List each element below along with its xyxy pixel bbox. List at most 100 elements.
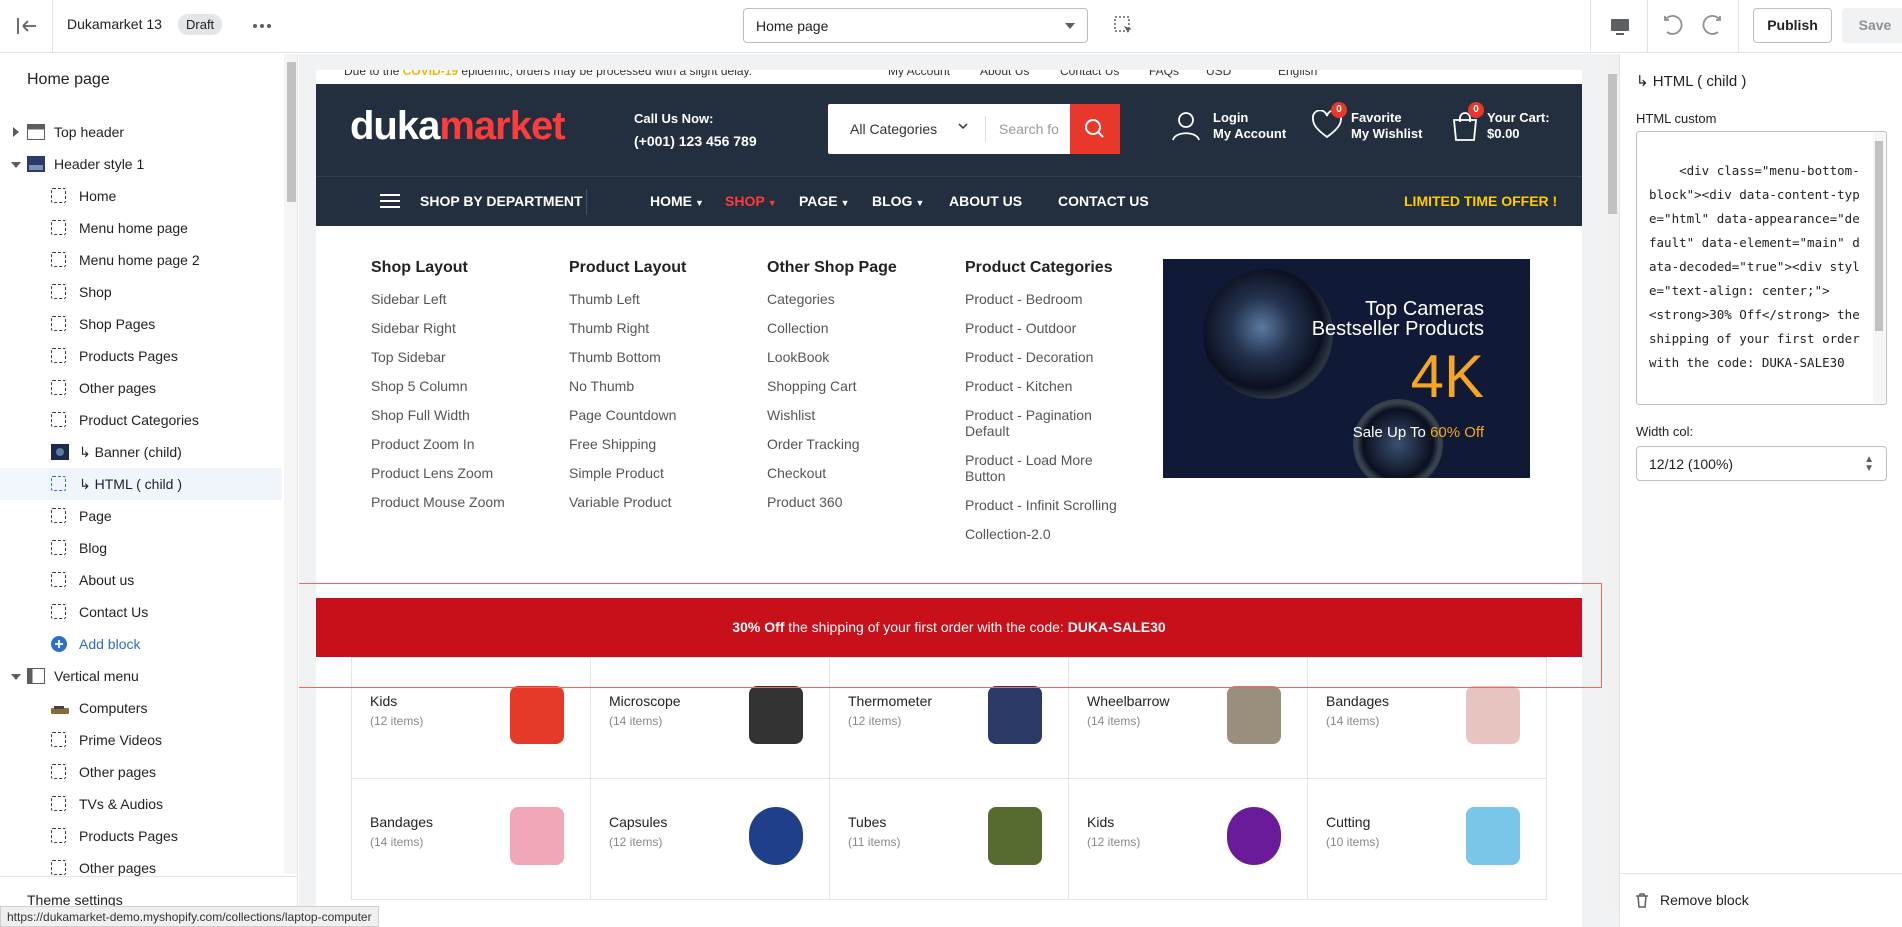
mega-link[interactable]: Product - Bedroom	[965, 291, 1140, 307]
mega-link[interactable]: Product Lens Zoom	[371, 465, 546, 481]
scrollbar-thumb[interactable]	[1608, 74, 1617, 214]
block-item[interactable]: Other pages	[0, 756, 282, 788]
section-vertical-menu[interactable]: Vertical menu	[0, 660, 282, 692]
category-card[interactable]: Thermometer (12 items)	[829, 657, 1069, 779]
topstrip-link[interactable]: FAQs	[1149, 70, 1179, 78]
block-item[interactable]: Products Pages	[0, 820, 282, 852]
category-card[interactable]: Capsules (12 items)	[590, 778, 830, 900]
chevron-right-icon[interactable]	[13, 127, 19, 137]
remove-block-button[interactable]: Remove block	[1620, 873, 1902, 927]
mega-link[interactable]: Thumb Left	[569, 291, 744, 307]
mega-link[interactable]: Product - Decoration	[965, 349, 1140, 365]
site-logo[interactable]: dukamarket	[350, 104, 566, 149]
topstrip-link[interactable]: Contact Us	[1060, 70, 1119, 78]
block-item[interactable]: Menu home page 2	[0, 244, 282, 276]
chevron-down-icon[interactable]	[11, 674, 21, 680]
block-item[interactable]: Blog	[0, 532, 282, 564]
category-card[interactable]: Wheelbarrow (14 items)	[1068, 657, 1308, 779]
page-selector[interactable]: Home page	[743, 8, 1088, 43]
search-button[interactable]	[1070, 104, 1120, 154]
html-custom-textarea[interactable]: <div class="menu-bottom-block"><div data…	[1636, 131, 1887, 405]
mega-link[interactable]: Thumb Right	[569, 320, 744, 336]
section-header-style-1[interactable]: Header style 1	[0, 148, 282, 180]
inspector-select-icon[interactable]	[1112, 14, 1136, 38]
nav-shop[interactable]: SHOP ▼	[725, 193, 777, 209]
block-item[interactable]: ↳ Banner (child)	[0, 436, 282, 468]
mega-link[interactable]: Sidebar Left	[371, 291, 546, 307]
mega-link[interactable]: Sidebar Right	[371, 320, 546, 336]
mega-link[interactable]: Product - Kitchen	[965, 378, 1140, 394]
nav-home[interactable]: HOME ▼	[650, 193, 704, 209]
mega-link[interactable]: Product - Load More Button	[965, 452, 1115, 484]
search-input[interactable]: Search for products	[999, 121, 1059, 137]
nav-about[interactable]: ABOUT US	[949, 193, 1022, 209]
category-card[interactable]: Microscope (14 items)	[590, 657, 830, 779]
block-item[interactable]: Prime Videos	[0, 724, 282, 756]
search-category-select[interactable]: All Categories	[850, 121, 937, 137]
currency-selector[interactable]: USD	[1206, 70, 1231, 78]
category-card[interactable]: Kids (12 items)	[351, 657, 591, 779]
mega-link[interactable]: Product 360	[767, 494, 942, 510]
topstrip-link[interactable]: About Us	[980, 70, 1029, 78]
wishlist-link[interactable]: 0 Favorite My Wishlist	[1311, 102, 1426, 146]
mega-link[interactable]: Wishlist	[767, 407, 942, 423]
textarea-scrollbar[interactable]	[1873, 133, 1885, 403]
mega-link[interactable]: Free Shipping	[569, 436, 744, 452]
block-item[interactable]: About us	[0, 564, 282, 596]
block-item[interactable]: Product Categories	[0, 404, 282, 436]
mega-link[interactable]: Collection	[767, 320, 942, 336]
mega-link[interactable]: Top Sidebar	[371, 349, 546, 365]
mega-link[interactable]: Product - Infinit Scrolling	[965, 497, 1140, 513]
scrollbar-thumb[interactable]	[287, 62, 296, 202]
block-item[interactable]: Computers	[0, 692, 282, 724]
block-item[interactable]: Home	[0, 180, 282, 212]
nav-blog[interactable]: BLOG ▼	[872, 193, 924, 209]
mega-link[interactable]: Collection-2.0	[965, 526, 1140, 542]
chevron-down-icon[interactable]	[11, 162, 21, 168]
category-card[interactable]: Kids (12 items)	[1068, 778, 1308, 900]
mega-link[interactable]: Product Mouse Zoom	[371, 494, 546, 510]
block-item[interactable]: Shop	[0, 276, 282, 308]
preview-scrollbar[interactable]	[1605, 54, 1619, 909]
mega-link[interactable]: Shop 5 Column	[371, 378, 546, 394]
block-item[interactable]: TVs & Audios	[0, 788, 282, 820]
category-card[interactable]: Bandages (14 items)	[1307, 657, 1547, 779]
desktop-preview-icon[interactable]	[1608, 14, 1632, 38]
block-item[interactable]: Menu home page	[0, 212, 282, 244]
publish-button[interactable]: Publish	[1753, 8, 1832, 43]
undo-icon[interactable]	[1660, 12, 1688, 40]
add-block-button[interactable]: Add block	[0, 628, 282, 660]
save-button[interactable]: Save	[1842, 8, 1902, 43]
mega-link[interactable]: Order Tracking	[767, 436, 942, 452]
block-item[interactable]: Products Pages	[0, 340, 282, 372]
block-item[interactable]: Other pages	[0, 372, 282, 404]
mega-link[interactable]: Thumb Bottom	[569, 349, 744, 365]
mega-link[interactable]: Shopping Cart	[767, 378, 942, 394]
nav-contact[interactable]: CONTACT US	[1058, 193, 1149, 209]
mega-link[interactable]: Variable Product	[569, 494, 744, 510]
mega-link[interactable]: No Thumb	[569, 378, 744, 394]
mega-link[interactable]: Checkout	[767, 465, 942, 481]
shipping-promo-bar[interactable]: 30% Off the shipping of your first order…	[316, 598, 1582, 657]
exit-icon[interactable]	[14, 14, 40, 38]
menu-hamburger-icon[interactable]	[380, 192, 400, 210]
category-card[interactable]: Bandages (14 items)	[351, 778, 591, 900]
mega-link[interactable]: Categories	[767, 291, 942, 307]
section-top-header[interactable]: Top header	[0, 116, 282, 148]
cart-link[interactable]: 0 Your Cart: $0.00	[1450, 102, 1560, 146]
account-link[interactable]: Login My Account	[1171, 106, 1296, 146]
sidebar-scrollbar[interactable]	[284, 54, 297, 874]
block-item[interactable]: Shop Pages	[0, 308, 282, 340]
limited-offer-link[interactable]: LIMITED TIME OFFER !	[1404, 193, 1557, 209]
category-card[interactable]: Tubes (11 items)	[829, 778, 1069, 900]
width-col-select[interactable]: 12/12 (100%) ▲ ▼	[1636, 446, 1887, 481]
mega-link[interactable]: Product - Outdoor	[965, 320, 1140, 336]
redo-icon[interactable]	[1697, 12, 1725, 40]
mega-link[interactable]: Product - Pagination Default	[965, 407, 1115, 439]
block-item[interactable]: Contact Us	[0, 596, 282, 628]
shop-by-department[interactable]: SHOP BY DEPARTMENT	[420, 193, 583, 209]
block-item-selected[interactable]: ↳ HTML ( child )	[0, 468, 282, 500]
scrollbar-thumb[interactable]	[1875, 141, 1883, 331]
mega-link[interactable]: LookBook	[767, 349, 942, 365]
block-item[interactable]: Page	[0, 500, 282, 532]
